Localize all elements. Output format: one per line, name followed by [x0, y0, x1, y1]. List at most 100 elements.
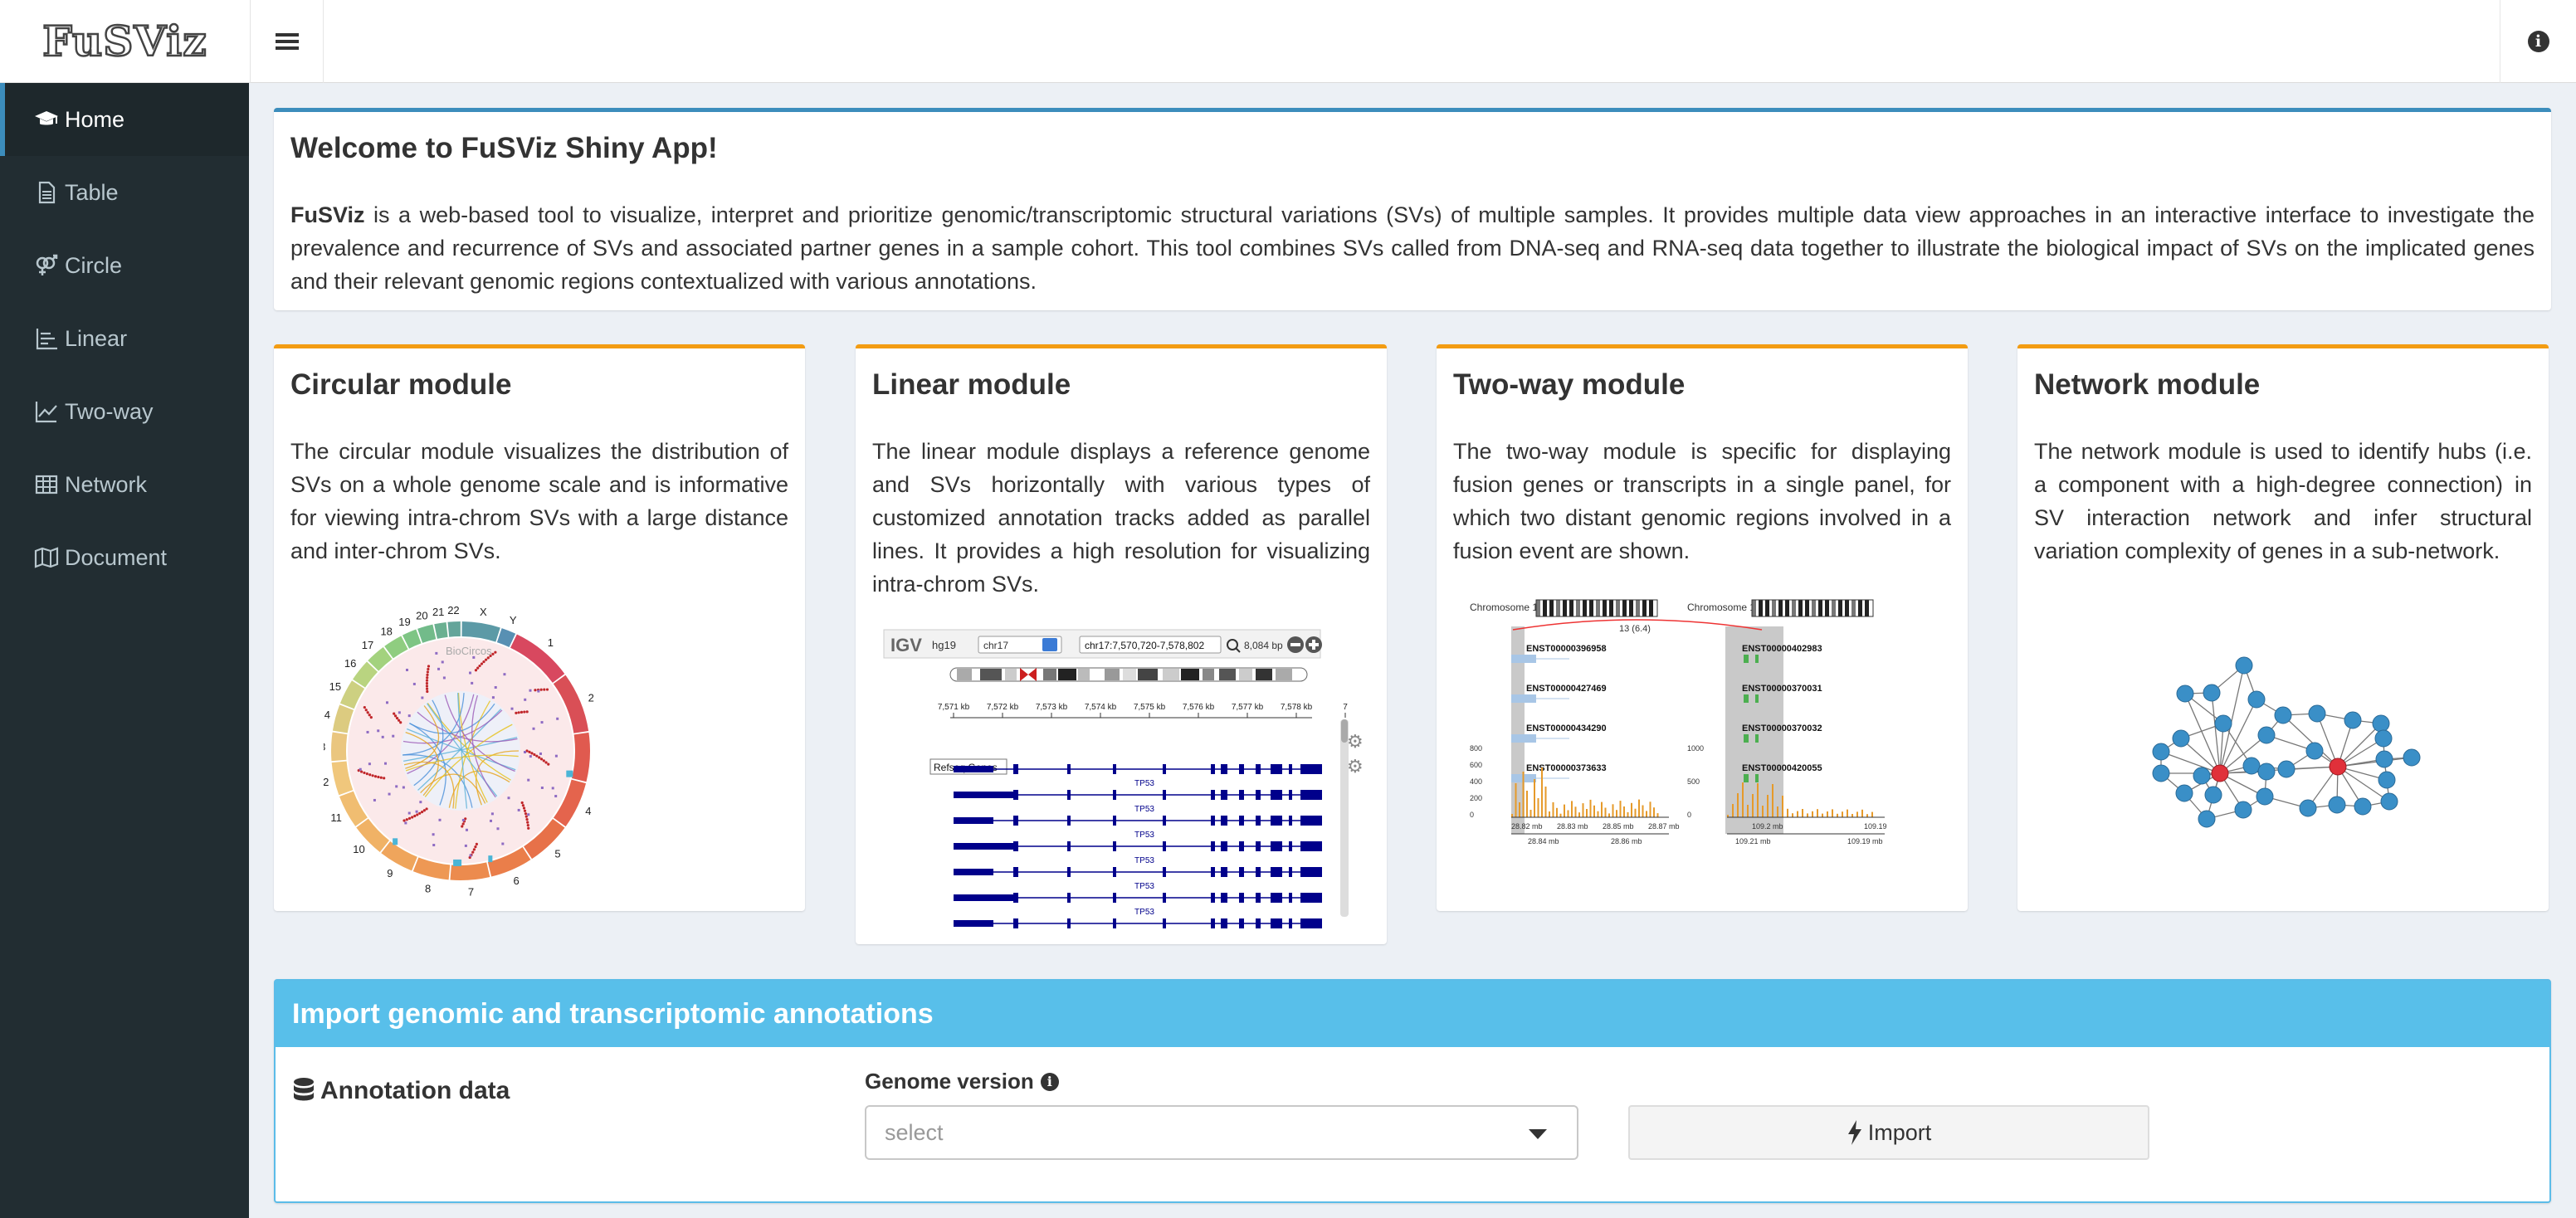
circos-chrom-label: 17	[362, 639, 373, 651]
igv-gene-label: TP53	[1134, 882, 1154, 891]
module-title: Two-way module	[1453, 368, 1686, 401]
left-y-tick: 0	[1470, 811, 1474, 819]
circos-chrom-label: 19	[398, 616, 410, 628]
sidebar-item-table[interactable]: Table	[0, 156, 249, 229]
left-y-tick: 200	[1470, 794, 1482, 802]
network-node	[2274, 706, 2292, 724]
circos-plot-image: 12345678910111213141516171819202122XYBio…	[324, 604, 594, 899]
igv-gene-label: TP53	[1134, 805, 1154, 814]
igv-chrom-text: chr17	[983, 640, 1008, 651]
igv-ruler-tick: 7,575 kb	[1134, 703, 1166, 712]
network-node	[2214, 714, 2232, 733]
igv-ruler-tick: 7,573 kb	[1036, 703, 1068, 712]
sidebar-item-label: Linear	[65, 325, 128, 351]
circos-chrom-label: 8	[425, 882, 431, 894]
igv-ruler-tick: 7,577 kb	[1232, 703, 1264, 712]
right-x-tick2: 109.21 mb	[1735, 837, 1771, 845]
chevron-down-icon	[1529, 1129, 1547, 1139]
bar-list-icon	[36, 329, 57, 350]
network-node	[2380, 792, 2398, 811]
info-button[interactable]: i	[2500, 0, 2576, 83]
circos-chrom-label: 7	[468, 886, 474, 899]
sidebar-item-home[interactable]: Home	[0, 83, 249, 156]
network-node	[2344, 711, 2362, 729]
genome-version-select[interactable]: select	[865, 1105, 1578, 1160]
circos-brand: BioCircos	[446, 645, 492, 657]
right-transcript-label: ENST00000402983	[1742, 644, 1822, 654]
network-node	[2204, 786, 2222, 804]
import-button[interactable]: Import	[1628, 1105, 2149, 1160]
sidebar-item-network[interactable]: Network	[0, 448, 249, 521]
two-way-plot-image: Chromosome 1 Chromosome 1 13 (6.4) ENST0…	[1470, 599, 1887, 845]
sidebar-item-linear[interactable]: Linear	[0, 302, 249, 375]
info-icon[interactable]: i	[1040, 1072, 1059, 1091]
sidebar-item-label: Two-way	[65, 398, 154, 424]
module-title: Network module	[2034, 368, 2261, 401]
left-transcript-label: ENST00000396958	[1526, 644, 1607, 654]
sidebar-item-label: Home	[65, 106, 125, 132]
circos-chrom-label: 11	[330, 811, 342, 824]
sidebar-item-label: Table	[65, 179, 119, 205]
right-transcript-label: ENST00000370031	[1742, 684, 1822, 694]
network-node	[2193, 767, 2211, 785]
network-node	[2354, 797, 2372, 816]
circos-chrom-label: 2	[588, 691, 594, 704]
welcome-title: Welcome to FuSViz Shiny App!	[290, 132, 718, 164]
network-module-box: Network module The network module is use…	[2017, 344, 2549, 911]
circos-chrom-label: Y	[510, 614, 517, 626]
sidebar-item-document[interactable]: Document	[0, 521, 249, 594]
circos-chrom-label: 10	[353, 843, 364, 855]
network-node	[2198, 810, 2216, 828]
igv-ruler-tick: 7,572 kb	[987, 703, 1019, 712]
top-navbar: i	[251, 0, 2576, 83]
igv-ruler-tick: 7,576 kb	[1183, 703, 1215, 712]
database-icon	[294, 1078, 314, 1101]
igv-locus-text: chr17:7,570,720-7,578,802	[1085, 640, 1204, 651]
network-node	[2234, 801, 2252, 819]
network-node	[2305, 742, 2324, 760]
welcome-bold-name: FuSViz	[290, 202, 365, 227]
left-x-tick: 28.82 mb	[1511, 822, 1543, 831]
table-grid-icon	[35, 475, 58, 495]
network-hub-node	[2329, 758, 2347, 776]
genome-version-label: Genome version i	[865, 1069, 1059, 1094]
network-node	[2172, 729, 2190, 748]
file-text-icon	[38, 181, 56, 204]
network-node	[2372, 714, 2390, 733]
import-box-header: Import genomic and transcriptomic annota…	[276, 981, 2549, 1047]
sidebar: Home Table Circle Linear Two-way Network…	[0, 83, 249, 1218]
module-description: The linear module displays a reference g…	[872, 439, 1370, 597]
module-description: The two-way module is specific for displ…	[1453, 439, 1951, 563]
app-logo[interactable]: FuSViz	[0, 0, 251, 83]
igv-ruler-tick: 7,574 kb	[1085, 703, 1117, 712]
sidebar-toggle-button[interactable]	[251, 0, 324, 83]
module-title: Linear module	[872, 368, 1071, 401]
left-x-tick: 28.85 mb	[1603, 822, 1634, 831]
sidebar-item-label: Network	[65, 471, 148, 497]
module-title: Circular module	[290, 368, 512, 401]
sidebar-item-circle[interactable]: Circle	[0, 229, 249, 302]
bolt-icon	[1847, 1120, 1861, 1145]
right-y-tick: 500	[1687, 777, 1700, 786]
import-button-label: Import	[1867, 1119, 1932, 1145]
circos-chrom-label: X	[480, 606, 487, 618]
genome-version-text: Genome version	[865, 1069, 1034, 1094]
network-node	[2257, 726, 2276, 744]
left-transcript-label: ENST00000434290	[1526, 723, 1607, 733]
network-node	[2152, 743, 2170, 761]
venus-mars-icon	[36, 254, 58, 275]
left-x-tick2: 28.84 mb	[1528, 837, 1559, 845]
logo-text: FuSViz	[41, 16, 207, 67]
circos-chrom-label: 15	[329, 680, 341, 693]
graduation-cap-icon	[35, 111, 58, 125]
network-node	[2257, 762, 2276, 781]
left-y-tick: 600	[1470, 761, 1482, 769]
network-node	[2308, 704, 2326, 723]
welcome-description: FuSViz is a web-based tool to visualize,…	[290, 198, 2535, 298]
left-transcript-label: ENST00000373633	[1526, 763, 1607, 773]
welcome-box: Welcome to FuSViz Shiny App! FuSViz is a…	[274, 108, 2551, 310]
svg-text:⚙: ⚙	[1347, 757, 1364, 777]
sidebar-item-two-way[interactable]: Two-way	[0, 375, 249, 448]
network-node	[2328, 796, 2346, 814]
select-placeholder: select	[885, 1120, 944, 1145]
